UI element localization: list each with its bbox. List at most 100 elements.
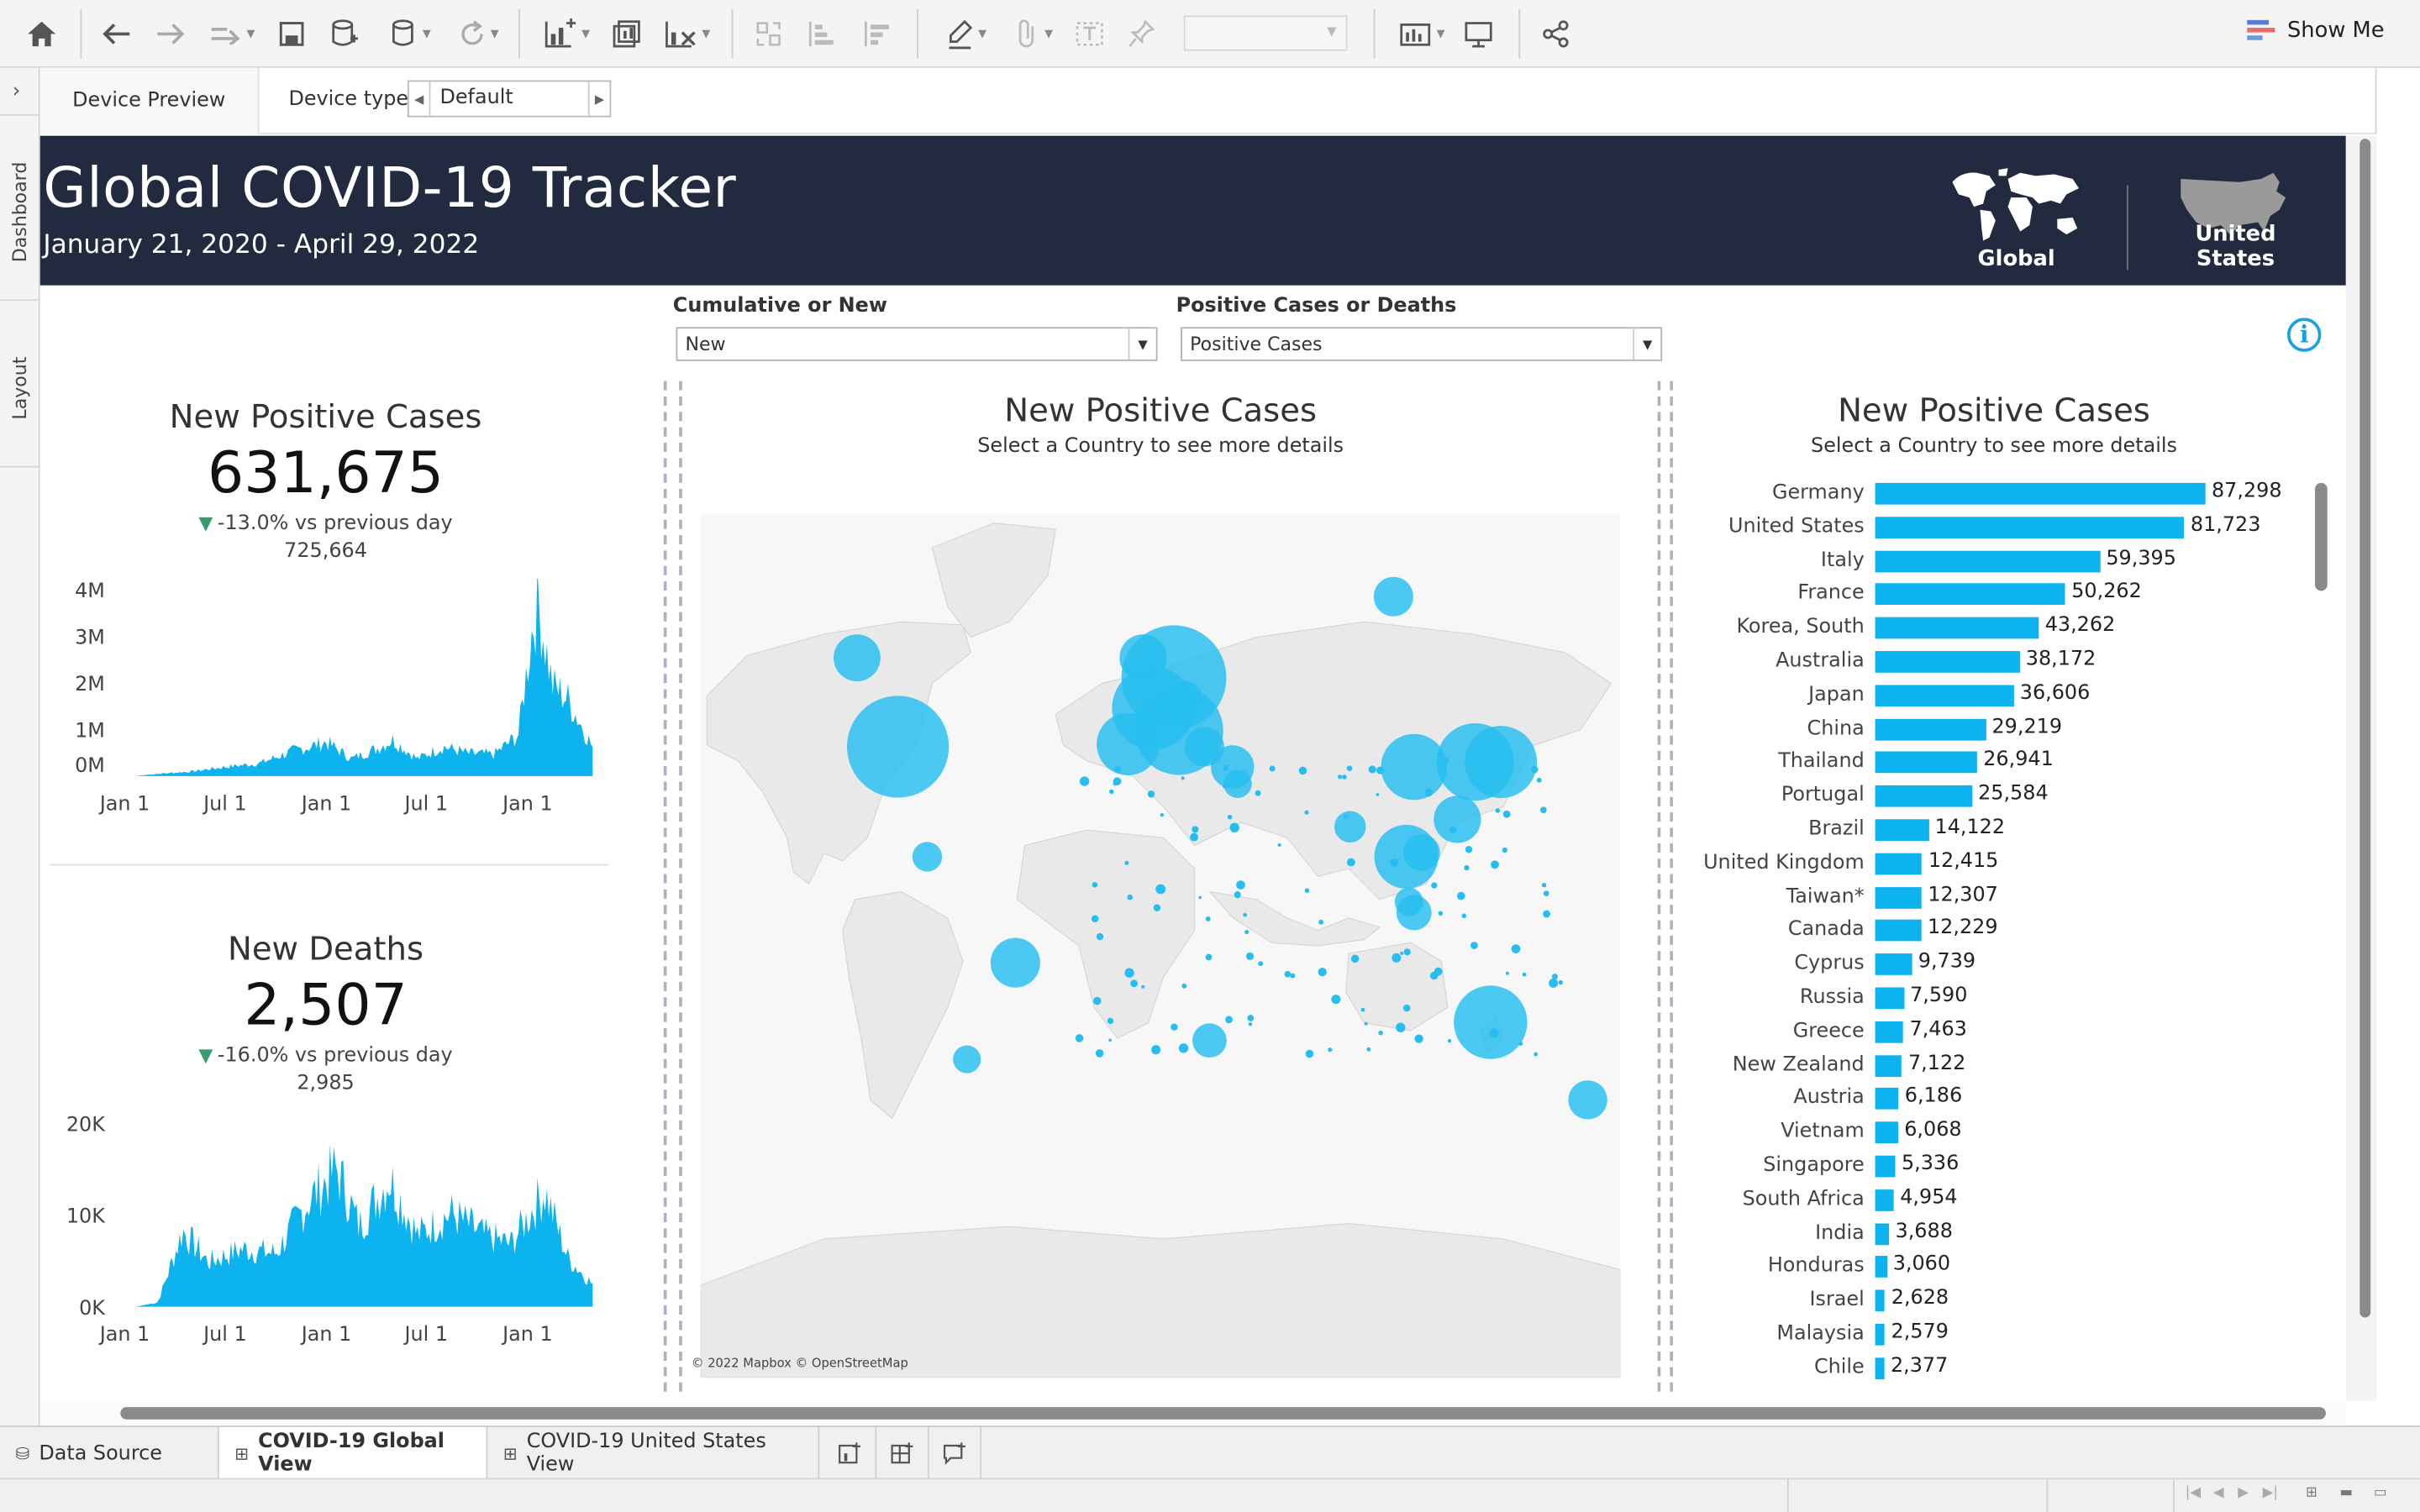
country-bubble-small[interactable] <box>1153 904 1161 911</box>
show-sheet-sorter-icon[interactable]: ⊞ <box>2306 1486 2317 1501</box>
country-bubble-small[interactable] <box>1541 882 1547 888</box>
device-type-select[interactable]: ◀ Default ▶ <box>407 80 612 118</box>
bar-row[interactable]: Korea, South 43,262 <box>1676 613 2324 647</box>
clear-sheet-icon[interactable]: ▼ <box>655 15 719 52</box>
data-source-tab[interactable]: ⛁ Data Source <box>0 1426 219 1480</box>
country-bubble-small[interactable] <box>1181 776 1185 780</box>
show-cards-icon[interactable]: ▼ <box>1389 15 1454 52</box>
group-members-icon[interactable]: ▼ <box>1003 15 1065 52</box>
country-bubble-small[interactable] <box>1368 765 1376 774</box>
new-worksheet-tab-icon[interactable] <box>824 1426 877 1480</box>
country-bubble[interactable] <box>846 696 950 798</box>
global-view-button[interactable]: Global <box>1943 164 2089 280</box>
new-worksheet-icon[interactable]: ▼ <box>534 15 598 52</box>
bar[interactable] <box>1875 651 2020 673</box>
bar-row[interactable]: United Kingdom 12,415 <box>1676 848 2324 882</box>
country-bubble-small[interactable] <box>1258 961 1264 967</box>
bar[interactable] <box>1875 1121 1898 1144</box>
country-bubble-small[interactable] <box>1192 826 1199 833</box>
country-bubble-small[interactable] <box>1465 846 1473 853</box>
country-bubble-small[interactable] <box>1489 1028 1499 1038</box>
redo-icon[interactable] <box>151 15 188 52</box>
country-bubble-small[interactable] <box>1318 919 1324 925</box>
vertical-scroll-thumb[interactable] <box>2360 139 2371 1318</box>
bar-chart-scrollbar[interactable] <box>2315 482 2328 591</box>
bar[interactable] <box>1875 1222 1890 1245</box>
new-story-tab-icon[interactable] <box>929 1426 982 1480</box>
country-bubble-small[interactable] <box>1558 979 1564 985</box>
expand-arrow-icon[interactable]: › <box>13 81 21 104</box>
bar-row[interactable]: Australia 38,172 <box>1676 647 2324 680</box>
country-bubble-small[interactable] <box>1328 1047 1333 1053</box>
country-bubble-small[interactable] <box>1127 894 1134 900</box>
country-bubble-small[interactable] <box>1343 814 1348 819</box>
tab-us-view[interactable]: ⊞ COVID-19 United States View <box>487 1426 820 1480</box>
country-bubble-small[interactable] <box>1225 1016 1233 1024</box>
fit-dropdown[interactable]: ▼ <box>1183 15 1348 51</box>
country-bubble-small[interactable] <box>1092 882 1098 888</box>
country-bubble-small[interactable] <box>1543 910 1550 918</box>
country-bubble-small[interactable] <box>1429 971 1439 980</box>
bar-row[interactable]: Greece 7,463 <box>1676 1016 2324 1050</box>
country-bubble-small[interactable] <box>1205 953 1213 961</box>
show-filmstrip-icon[interactable]: ▬ <box>2339 1486 2353 1501</box>
bar-row[interactable]: Portugal 25,584 <box>1676 781 2324 815</box>
bar-row[interactable]: Honduras 3,060 <box>1676 1252 2324 1285</box>
country-bubble[interactable] <box>834 634 881 682</box>
bar-row[interactable]: Japan 36,606 <box>1676 680 2324 714</box>
highlight-icon[interactable]: ▼ <box>935 15 997 52</box>
bar-row[interactable]: Cyprus 9,739 <box>1676 949 2324 983</box>
country-bubble-small[interactable] <box>1147 790 1155 798</box>
bar-row[interactable]: Austria 6,186 <box>1676 1084 2324 1117</box>
country-bubble[interactable] <box>1374 824 1439 889</box>
sort-descending-icon[interactable] <box>858 15 895 52</box>
tab-layout[interactable]: Layout <box>5 315 36 463</box>
bar-row[interactable]: Russia 7,590 <box>1676 983 2324 1016</box>
country-bubble-small[interactable] <box>1549 978 1559 988</box>
country-bubble-small[interactable] <box>1190 832 1199 842</box>
bar-row[interactable]: Germany 87,298 <box>1676 478 2324 512</box>
new-dashboard-tab-icon[interactable] <box>876 1426 929 1480</box>
country-bubble-small[interactable] <box>1350 954 1360 963</box>
country-bubble-small[interactable] <box>1403 948 1411 956</box>
country-bubble-small[interactable] <box>1491 860 1499 869</box>
country-bar-chart[interactable]: Germany 87,298 United States 81,723 Italy 59,… <box>1676 478 2324 1389</box>
next-device-icon[interactable]: ▶ <box>587 81 610 116</box>
country-bubble[interactable] <box>1097 712 1160 775</box>
bar-row[interactable]: South Africa 4,954 <box>1676 1184 2324 1218</box>
bar[interactable] <box>1875 549 2101 572</box>
country-bubble-small[interactable] <box>1360 1007 1365 1012</box>
country-bubble[interactable] <box>1119 634 1167 682</box>
country-bubble-small[interactable] <box>1096 932 1104 941</box>
bar-row[interactable]: Thailand 26,941 <box>1676 748 2324 781</box>
country-bubble-small[interactable] <box>1222 783 1228 789</box>
country-bubble-small[interactable] <box>1378 1030 1383 1036</box>
tab-dashboard[interactable]: Dashboard <box>5 127 36 297</box>
country-bubble-small[interactable] <box>1091 915 1099 922</box>
bar[interactable] <box>1875 1256 1887 1278</box>
country-bubble-small[interactable] <box>1511 944 1521 953</box>
bar[interactable] <box>1875 886 1922 909</box>
tab-global-view[interactable]: ⊞ COVID-19 Global View <box>218 1426 488 1480</box>
country-bubble[interactable] <box>990 937 1040 988</box>
country-bubble-small[interactable] <box>1151 1045 1161 1055</box>
country-bubble-small[interactable] <box>1551 974 1558 980</box>
device-preview-button[interactable]: Device Preview <box>39 67 260 134</box>
bar[interactable] <box>1875 1357 1885 1379</box>
country-bubble[interactable] <box>1434 795 1481 843</box>
country-bubble-small[interactable] <box>1277 843 1281 847</box>
country-bubble[interactable] <box>1568 1080 1607 1120</box>
bar-row[interactable]: India 3,688 <box>1676 1218 2324 1252</box>
bar[interactable] <box>1875 685 2014 706</box>
country-bubble-small[interactable] <box>1079 776 1090 786</box>
previous-sheet-icon[interactable]: ◀ <box>2213 1486 2224 1501</box>
share-icon[interactable] <box>1537 15 1574 52</box>
country-bubble-small[interactable] <box>1236 880 1245 890</box>
country-bubble-small[interactable] <box>1124 968 1134 978</box>
country-bubble-small[interactable] <box>1141 984 1145 989</box>
country-bubble-small[interactable] <box>1424 788 1434 797</box>
country-bubble-small[interactable] <box>1227 814 1233 820</box>
country-bubble-small[interactable] <box>1495 808 1501 813</box>
country-bubble-small[interactable] <box>1457 891 1465 900</box>
country-bubble-small[interactable] <box>1290 973 1296 979</box>
